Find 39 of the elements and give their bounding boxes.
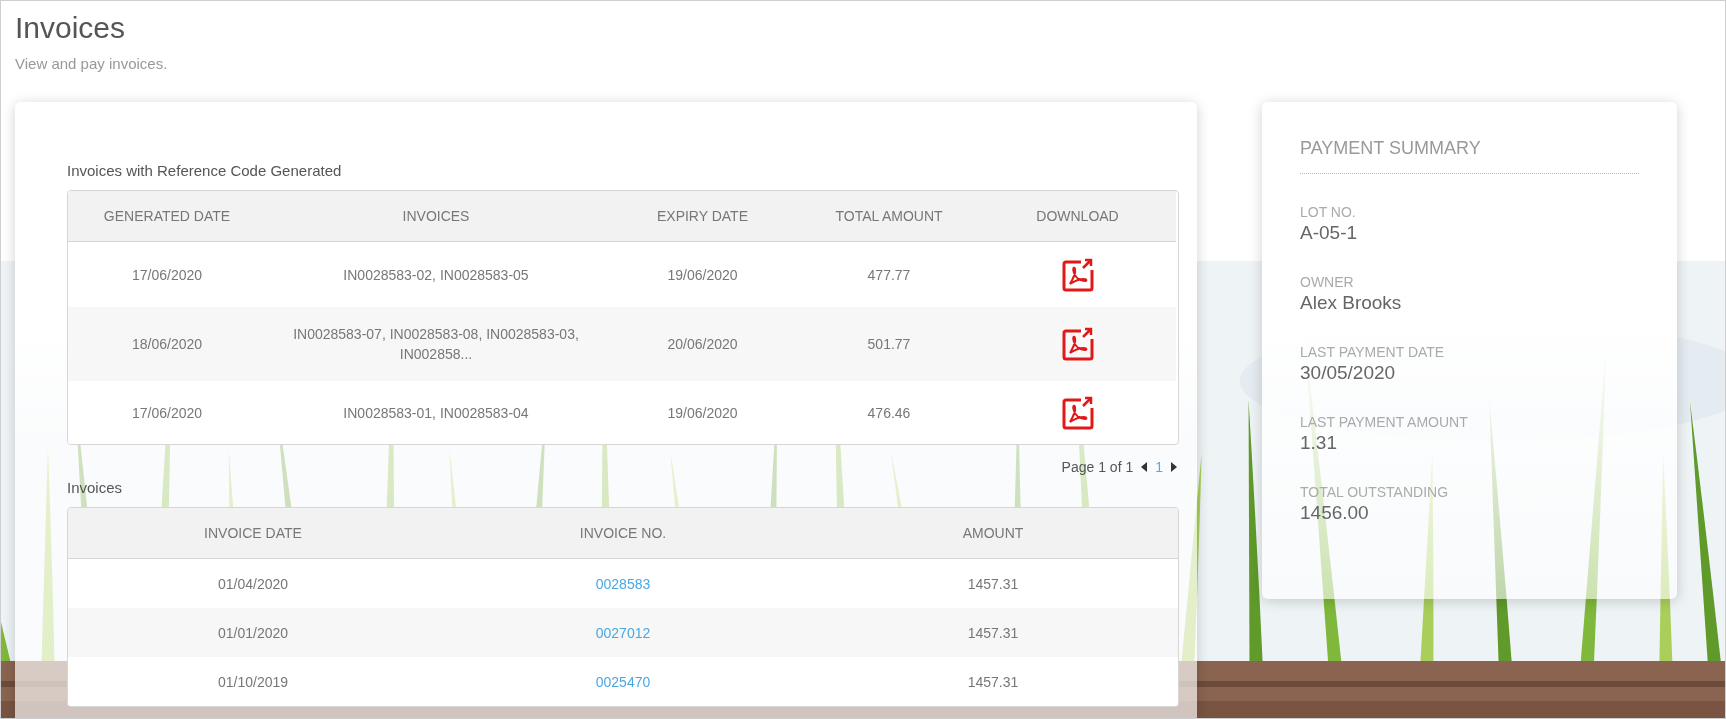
- table-cell: 501.77: [799, 307, 979, 381]
- invoice-link[interactable]: 0028583: [595, 573, 651, 594]
- page-info: Page 1 of 1: [1061, 459, 1134, 475]
- field-label: LAST PAYMENT DATE: [1300, 344, 1446, 360]
- page-number-link[interactable]: 1: [1155, 459, 1163, 475]
- pdf-download-icon[interactable]: [1060, 394, 1095, 431]
- field-label: LOT NO.: [1300, 204, 1357, 220]
- field-value: 30/05/2020: [1300, 362, 1397, 384]
- summary-title: PAYMENT SUMMARY: [1300, 128, 1639, 174]
- column-header: EXPIRY DATE: [606, 191, 799, 242]
- section-title: Invoices with Reference Code Generated: [67, 162, 343, 179]
- pdf-download-icon[interactable]: [1060, 256, 1095, 293]
- field-label: TOTAL OUTSTANDING: [1300, 484, 1450, 500]
- column-header: DOWNLOAD: [979, 191, 1176, 242]
- field-value: 1456.00: [1300, 502, 1370, 524]
- column-header: GENERATED DATE: [68, 191, 266, 242]
- section-title: Invoices: [67, 479, 124, 496]
- invoice-link[interactable]: 0027012: [595, 622, 651, 643]
- page-subtitle: View and pay invoices.: [15, 55, 169, 72]
- field-value: 1.31: [1300, 432, 1338, 454]
- previous-page-icon[interactable]: [1141, 462, 1148, 472]
- column-header: INVOICES: [266, 191, 606, 242]
- field-label: OWNER: [1300, 274, 1355, 290]
- field-label: LAST PAYMENT AMOUNT: [1300, 414, 1469, 430]
- table-cell: 18/06/2020: [68, 307, 266, 381]
- next-page-icon[interactable]: [1171, 462, 1177, 472]
- column-header: INVOICE DATE: [68, 508, 438, 559]
- invoice-link[interactable]: 0025470: [595, 671, 651, 692]
- field-value: Alex Brooks: [1300, 292, 1403, 314]
- table-cell: 20/06/2020: [606, 307, 799, 381]
- column-header: AMOUNT: [808, 508, 1178, 559]
- table-cell: 01/01/2020: [68, 608, 438, 657]
- table-cell: 1457.31: [808, 608, 1178, 657]
- column-header: TOTAL AMOUNT: [799, 191, 979, 242]
- table-cell: IN0028583-07, IN0028583-08, IN0028583-03, IN002858...: [266, 307, 606, 381]
- field-value: A-05-1: [1300, 222, 1359, 244]
- page-title: Invoices: [15, 10, 127, 46]
- column-header: INVOICE NO.: [438, 508, 808, 559]
- pdf-download-icon[interactable]: [1060, 326, 1095, 362]
